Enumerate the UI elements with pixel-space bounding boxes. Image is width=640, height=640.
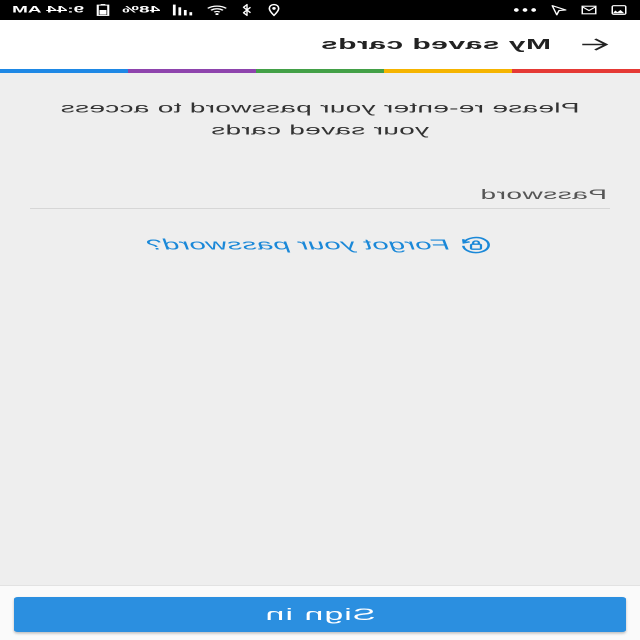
sign-in-button[interactable]: Sign in (14, 597, 626, 632)
navigation-icon (551, 5, 567, 16)
battery-percent: 48% (122, 4, 161, 16)
wifi-icon (207, 5, 228, 16)
forgot-password-label: Forgot your password? (146, 236, 450, 253)
accent-stripe-segment (512, 69, 640, 73)
app-header: My saved cards (0, 20, 640, 69)
location-icon (268, 3, 280, 17)
accent-stripe (0, 69, 640, 73)
screen: 48% 9:44 AM My saved cards Please re-ent… (0, 0, 640, 640)
reauth-message: Please re-enter your password to access … (60, 100, 580, 138)
back-button[interactable] (578, 36, 612, 53)
system-icons: 48% 9:44 AM (12, 0, 282, 20)
forgot-password-link[interactable]: Forgot your password? (0, 233, 640, 257)
image-icon (611, 5, 627, 15)
bluetooth-icon (242, 3, 252, 17)
status-bar: 48% 9:44 AM (0, 0, 640, 20)
battery-icon (96, 4, 110, 16)
clock: 9:44 AM (12, 4, 85, 16)
accent-stripe-segment (0, 69, 128, 73)
app-canvas: 48% 9:44 AM My saved cards Please re-ent… (0, 0, 640, 640)
more-dots-icon (513, 8, 537, 12)
accent-stripe-segment (128, 69, 256, 73)
accent-stripe-segment (384, 69, 512, 73)
page-title: My saved cards (320, 36, 551, 53)
password-field[interactable] (30, 181, 610, 209)
signal-icon (173, 4, 193, 16)
back-arrow-icon (582, 38, 609, 51)
accent-stripe-segment (256, 69, 384, 73)
footer-bar: Sign in (0, 585, 640, 640)
lock-reset-icon (462, 236, 491, 254)
mail-icon (581, 5, 597, 15)
notification-icons (512, 4, 628, 17)
